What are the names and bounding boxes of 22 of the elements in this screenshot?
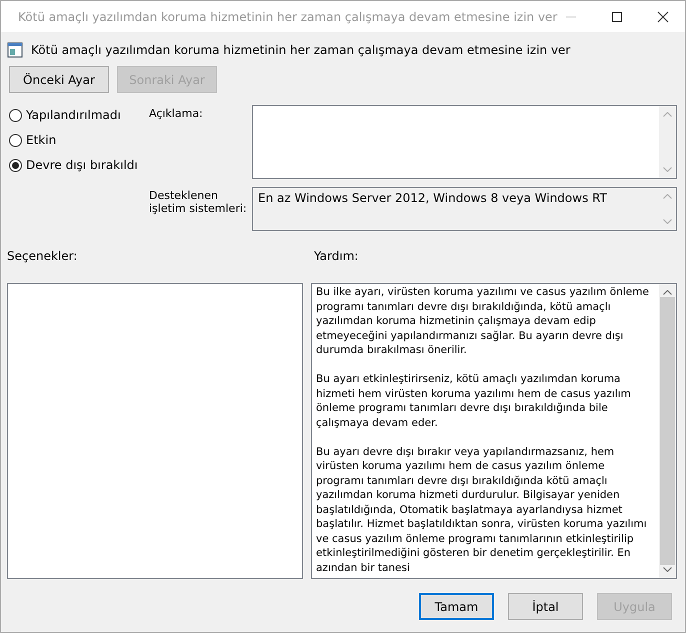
window-title: Kötü amaçlı yazılımdan koruma hizmetinin her zaman çalışmaya devam etmesine izin ver [18, 10, 558, 24]
field-label: Açıklama: [149, 106, 204, 122]
help-paragraph: Bu ayarı devre dışı bırakır veya yapılandırmazsanız, hem virüsten koruma yazılımı hem de casus yazılım önleme programı tanımları devre dışı bırakıldığında kötü amaçlı yazılımdan koruma hizmeti durdurulur. Bilgisayar yeniden başlatıldığında, Otomatik başlatmaya ayarlandıysa hizmet başlatılır. Hizmet başlatıldıktan sonra, virüsten koruma yazılımı ve casus yazılım önleme programı tanımlarının etkinleştirilip etkinleştirilmediğini gösteren bir denetim gerçekleştirilir. En azından bir tanesi [316, 444, 648, 575]
field-label: Desteklenen işletim sistemleri: [149, 188, 248, 217]
help-paragraph: Bu ayarı etkinleştirirseniz, kötü amaçlı yazılımdan koruma hizmeti hem virüsten koruma yazılımı hem de casus yazılım önleme programı tanımları devre dışı bırakıldığında bile çalışmaya devam eder. [316, 372, 632, 430]
close-icon[interactable] [657, 10, 670, 22]
dialog-button[interactable]: İptal [508, 593, 583, 620]
radio-option[interactable]: Etkin [9, 133, 149, 147]
help-label: Yardım: [314, 249, 358, 263]
radio-option[interactable]: Yapılandırılmadı [9, 108, 149, 122]
nav-button[interactable]: Önceki Ayar [9, 66, 109, 93]
dialog-button[interactable]: Tamam [419, 593, 494, 620]
radio-option[interactable]: Devre dışı bırakıldı [9, 158, 149, 172]
supported-os-field: En az Windows Server 2012, Windows 8 veya Windows RT [252, 187, 677, 231]
scrollbar[interactable] [659, 284, 676, 578]
maximize-icon[interactable] [611, 10, 624, 22]
comment-field[interactable] [252, 105, 677, 179]
help-paragraph: Bu ilke ayarı, virüsten koruma yazılımı ve casus yazılım önleme programı tanımları devre dışı bırakıldığında, kötü amaçlı yazılımdan koruma hizmetinin çalışmaya devam edip etmeyeceğini yapılandırmanızı sağlar. Bu ayarın devre dışı durumda bırakılması önerilir. [316, 285, 650, 358]
setting-title: Kötü amaçlı yazılımdan koruma hizmetinin her zaman çalışmaya devam etmesine izin ver [31, 43, 570, 57]
policy-icon [7, 42, 23, 58]
options-label: Seçenekler: [7, 249, 78, 263]
scrollbar-thumb[interactable] [660, 297, 675, 565]
